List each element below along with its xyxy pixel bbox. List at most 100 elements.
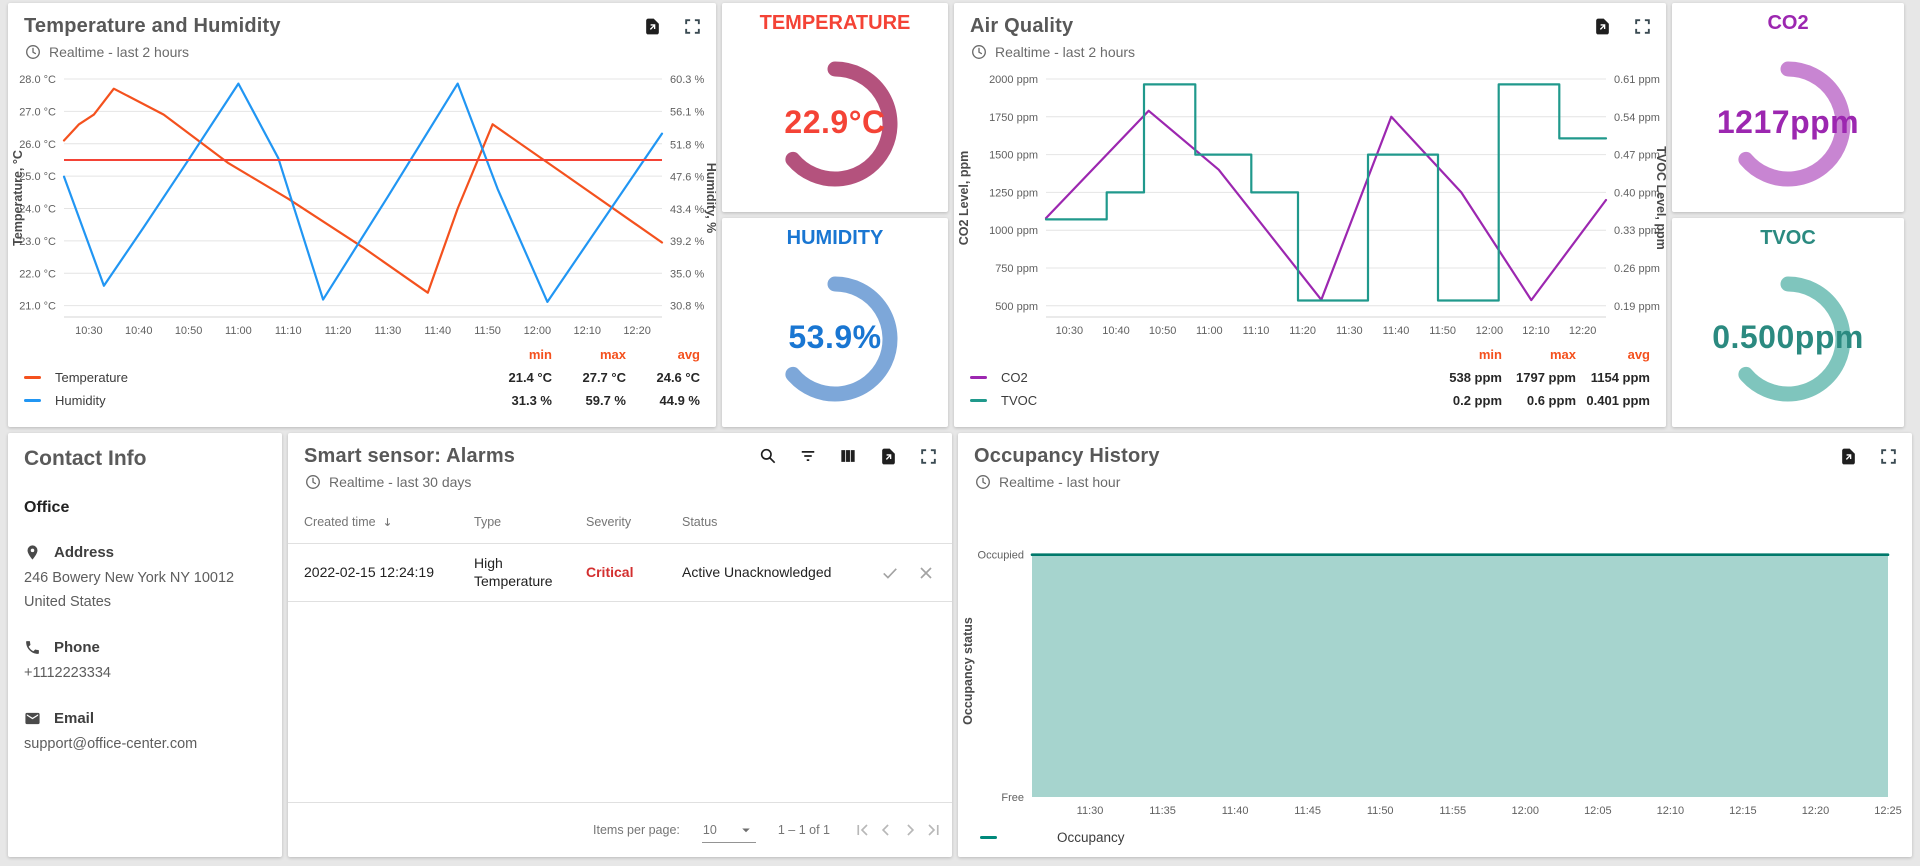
svg-text:11:45: 11:45	[1294, 805, 1321, 817]
widget-title: Occupancy History	[974, 445, 1896, 468]
page-range-label: 1 – 1 of 1	[778, 823, 830, 837]
occupancy-history-widget: Occupancy History Realtime - last hour O…	[958, 433, 1912, 857]
svg-text:51.8 %: 51.8 %	[670, 139, 704, 151]
svg-text:10:50: 10:50	[1149, 325, 1177, 337]
export-icon[interactable]	[878, 446, 898, 466]
svg-text:1500 ppm: 1500 ppm	[989, 150, 1038, 162]
column-header-type[interactable]: Type	[474, 515, 586, 529]
legend-stat-header: min	[478, 347, 552, 362]
svg-text:0.26 ppm: 0.26 ppm	[1614, 263, 1660, 275]
svg-text:11:10: 11:10	[1243, 325, 1270, 337]
export-icon[interactable]	[1838, 446, 1858, 466]
svg-text:10:40: 10:40	[1102, 325, 1130, 337]
column-header-created-time[interactable]: Created time	[304, 515, 474, 530]
widget-header: Occupancy History Realtime - last hour	[958, 433, 1912, 491]
column-header-status[interactable]: Status	[682, 515, 860, 529]
svg-text:0.61 ppm: 0.61 ppm	[1614, 74, 1660, 86]
air-quality-chart[interactable]: 2000 ppm1750 ppm1500 ppm1250 ppm1000 ppm…	[954, 71, 1666, 343]
filter-icon[interactable]	[798, 446, 818, 466]
svg-text:11:50: 11:50	[1367, 805, 1394, 817]
svg-text:Occupancy status: Occupancy status	[961, 617, 975, 725]
svg-text:11:35: 11:35	[1149, 805, 1176, 817]
svg-text:11:40: 11:40	[424, 325, 451, 337]
fullscreen-icon[interactable]	[682, 16, 702, 36]
next-page-icon[interactable]	[900, 820, 920, 840]
acknowledge-icon[interactable]	[880, 563, 900, 583]
sort-descending-icon	[380, 515, 395, 530]
widget-title: Contact Info	[24, 447, 266, 471]
svg-text:12:10: 12:10	[1657, 805, 1685, 817]
table-header-row: Created time Type Severity Status	[288, 501, 952, 544]
legend-item[interactable]: Humidity	[24, 393, 478, 408]
occupancy-chart[interactable]: OccupiedFreeOccupancy status11:3011:3511…	[958, 535, 1904, 827]
tvoc-gauge-widget: TVOC 0.500ppm	[1672, 218, 1904, 427]
contact-value: support@office-center.com	[24, 735, 266, 754]
export-icon[interactable]	[1592, 16, 1612, 36]
contact-info-widget: Contact Info Office Address246 Bowery Ne…	[8, 433, 282, 857]
legend-item[interactable]: CO2	[970, 370, 1428, 385]
radial-gauge: 0.500ppm	[1672, 250, 1904, 427]
legend-dash	[24, 376, 41, 379]
gauge-value: 0.500ppm	[1672, 319, 1904, 356]
gauge-column-left: TEMPERATURE 22.9°C HUMIDITY 53.9%	[722, 3, 948, 427]
legend-stat-header: avg	[1576, 347, 1650, 362]
humidity-gauge-widget: HUMIDITY 53.9%	[722, 218, 948, 427]
gauge-value: 1217ppm	[1672, 104, 1904, 141]
fullscreen-icon[interactable]	[1632, 16, 1652, 36]
previous-page-icon[interactable]	[876, 820, 896, 840]
legend-min-value: 538 ppm	[1428, 370, 1502, 385]
legend-item[interactable]: Occupancy	[980, 830, 1912, 845]
svg-text:500 ppm: 500 ppm	[995, 301, 1038, 313]
fullscreen-icon[interactable]	[1878, 446, 1898, 466]
legend-max-value: 0.6 ppm	[1502, 393, 1576, 408]
legend-item[interactable]: Temperature	[24, 370, 478, 385]
svg-text:Temperature, °C: Temperature, °C	[11, 150, 25, 246]
svg-text:12:00: 12:00	[1476, 325, 1504, 337]
timewindow-label: Realtime - last hour	[999, 474, 1120, 490]
svg-text:1250 ppm: 1250 ppm	[989, 187, 1038, 199]
export-icon[interactable]	[642, 16, 662, 36]
chart-legend: minmaxavgTemperature21.4 °C27.7 °C24.6 °…	[8, 347, 716, 408]
radial-gauge: 22.9°C	[722, 35, 948, 212]
svg-text:60.3 %: 60.3 %	[670, 74, 704, 86]
svg-text:11:20: 11:20	[1289, 325, 1316, 337]
svg-text:39.2 %: 39.2 %	[670, 236, 704, 248]
svg-text:0.40 ppm: 0.40 ppm	[1614, 187, 1660, 199]
svg-text:Occupied: Occupied	[978, 550, 1024, 562]
first-page-icon[interactable]	[852, 820, 872, 840]
alarm-status: Active Unacknowledged	[682, 564, 860, 582]
legend-avg-value: 1154 ppm	[1576, 370, 1650, 385]
widget-header: Smart sensor: Alarms Realtime - last 30 …	[288, 433, 952, 491]
search-icon[interactable]	[758, 446, 778, 466]
svg-text:11:00: 11:00	[1196, 325, 1223, 337]
svg-text:11:50: 11:50	[1429, 325, 1456, 337]
gauge-value: 53.9%	[722, 319, 948, 356]
legend-min-value: 0.2 ppm	[1428, 393, 1502, 408]
alarm-type: High Temperature	[474, 555, 586, 590]
column-header-severity[interactable]: Severity	[586, 515, 682, 529]
table-row[interactable]: 2022-02-15 12:24:19High TemperatureCriti…	[288, 544, 952, 602]
svg-text:11:30: 11:30	[1336, 325, 1363, 337]
contact-label: Address	[24, 544, 266, 561]
page-size-select[interactable]: 10	[702, 818, 756, 843]
svg-text:11:55: 11:55	[1439, 805, 1466, 817]
clear-alarm-icon[interactable]	[916, 563, 936, 583]
chart-legend: Occupancy	[958, 830, 1912, 857]
svg-text:12:00: 12:00	[1512, 805, 1540, 817]
gauge-column-right: CO2 1217ppm TVOC 0.500ppm	[1672, 3, 1904, 427]
legend-item[interactable]: TVOC	[970, 393, 1428, 408]
fullscreen-icon[interactable]	[918, 446, 938, 466]
svg-text:35.0 %: 35.0 %	[670, 268, 704, 280]
co2-gauge-widget: CO2 1217ppm	[1672, 3, 1904, 212]
timewindow-label: Realtime - last 30 days	[329, 474, 471, 490]
contact-value: 246 Bowery New York NY 10012United State…	[24, 569, 266, 612]
svg-text:43.4 %: 43.4 %	[670, 204, 704, 216]
temp-humidity-chart[interactable]: 28.0 °C27.0 °C26.0 °C25.0 °C24.0 °C23.0 …	[8, 71, 716, 343]
columns-icon[interactable]	[838, 446, 858, 466]
widget-header: Air Quality Realtime - last 2 hours	[954, 3, 1666, 61]
last-page-icon[interactable]	[924, 820, 944, 840]
contact-label: Phone	[24, 639, 266, 656]
svg-text:TVOC Level, ppm: TVOC Level, ppm	[1654, 146, 1666, 250]
dashboard-top-row: Temperature and Humidity Realtime - last…	[0, 0, 1920, 427]
chevron-down-icon	[737, 821, 755, 839]
